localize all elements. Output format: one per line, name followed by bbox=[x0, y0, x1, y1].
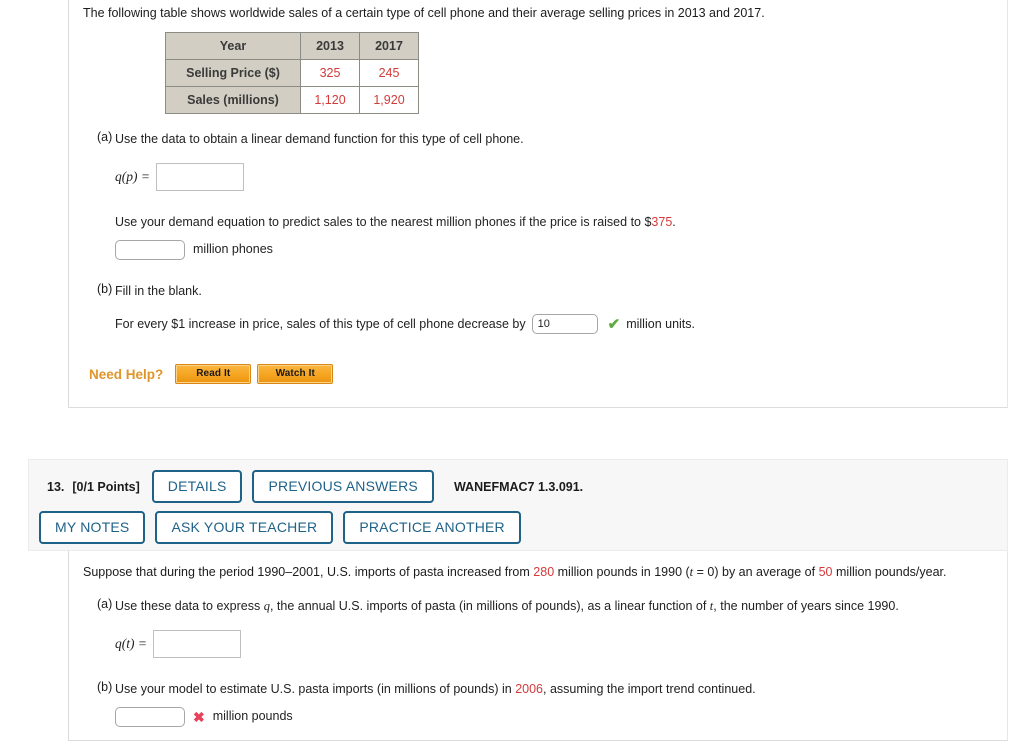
question-12-part-a: (a) Use the data to obtain a linear dema… bbox=[83, 130, 993, 260]
q13-part-a-answer-row: q(t) = bbox=[115, 629, 993, 658]
q13-prompt-num2: 50 bbox=[818, 565, 833, 579]
q13-prompt-num1: 280 bbox=[533, 565, 555, 579]
table-row: Sales (millions) 1,120 1,920 bbox=[165, 86, 419, 115]
q13-prompt-part4: million pounds/year. bbox=[836, 565, 947, 579]
question-13-prompt: Suppose that during the period 1990–2001… bbox=[83, 563, 993, 581]
part-a-function-label: q(p) = bbox=[115, 168, 150, 184]
read-it-button[interactable]: Read It bbox=[175, 364, 252, 385]
q13-a-text-post: , the number of years since 1990. bbox=[713, 599, 899, 614]
q13-part-a-answer-input[interactable] bbox=[153, 629, 241, 658]
part-b-fill-pre-text: For every $1 increase in price, sales of… bbox=[115, 317, 526, 331]
q13-part-a-function-label: q(t) = bbox=[115, 635, 147, 651]
practice-another-button[interactable]: PRACTICE ANOTHER bbox=[343, 511, 521, 544]
table-header-2013: 2013 bbox=[300, 32, 360, 61]
question-13-points: [0/1 Points] bbox=[72, 479, 140, 494]
cell-selling-price-2017: 245 bbox=[359, 59, 419, 88]
part-b-text: Fill in the blank. bbox=[115, 283, 202, 298]
followup-post-text: . bbox=[672, 214, 676, 229]
part-a-followup-input[interactable] bbox=[115, 239, 185, 260]
followup-pre-text: Use your demand equation to predict sale… bbox=[115, 214, 652, 229]
correct-check-icon: ✔ bbox=[607, 315, 621, 333]
table-row: Selling Price ($) 325 245 bbox=[165, 59, 419, 88]
part-a-followup-text: Use your demand equation to predict sale… bbox=[115, 213, 993, 232]
fn-q-p-label: q bbox=[115, 168, 122, 184]
question-13-body-panel: Suppose that during the period 1990–2001… bbox=[68, 551, 1008, 741]
followup-price-value: 375 bbox=[651, 214, 673, 229]
q13-a-text-mid: , the annual U.S. imports of pasta (in m… bbox=[269, 599, 707, 614]
question-12-prompt: The following table shows worldwide sale… bbox=[83, 6, 765, 20]
ask-your-teacher-button[interactable]: ASK YOUR TEACHER bbox=[155, 511, 334, 544]
incorrect-x-icon: ✖ bbox=[193, 708, 205, 725]
row-label-selling-price: Selling Price ($) bbox=[165, 59, 301, 88]
part-b-letter: (b) bbox=[97, 281, 113, 296]
part-b-fill-row: For every $1 increase in price, sales of… bbox=[115, 314, 993, 335]
question-13-header-row-2: MY NOTES ASK YOUR TEACHER PRACTICE ANOTH… bbox=[39, 511, 997, 544]
table-header-2017: 2017 bbox=[359, 32, 419, 61]
part-b-fill-input[interactable] bbox=[531, 314, 598, 335]
q13-prompt-part3: = 0) by an average of bbox=[693, 565, 816, 579]
question-13-part-a: (a) Use these data to express q, the ann… bbox=[83, 597, 993, 658]
q13-part-b-input[interactable] bbox=[115, 706, 185, 727]
question-13-code: WANEFMAC7 1.3.091. bbox=[453, 479, 584, 494]
q13-part-a-text: Use these data to express q, the annual … bbox=[115, 597, 993, 616]
table-header-row: Year 2013 2017 bbox=[165, 32, 419, 61]
my-notes-button[interactable]: MY NOTES bbox=[39, 511, 146, 544]
question-12-part-b: (b) Fill in the blank. For every $1 incr… bbox=[83, 282, 993, 335]
part-a-answer-row: q(p) = bbox=[115, 162, 993, 191]
part-a-followup-unit: million phones bbox=[193, 242, 273, 257]
part-a-followup-answer-row: million phones bbox=[115, 239, 993, 260]
q13-b-text-post: , assuming the import trend continued. bbox=[543, 681, 756, 696]
question-13-part-b: (b) Use your model to estimate U.S. past… bbox=[83, 680, 993, 727]
question-13-header-row-1: 13. [0/1 Points] DETAILS PREVIOUS ANSWER… bbox=[39, 470, 997, 503]
q13-part-b-text: Use your model to estimate U.S. pasta im… bbox=[115, 680, 993, 699]
question-13-number: 13. bbox=[47, 479, 65, 494]
fn-var-p: p bbox=[126, 168, 133, 184]
part-a-letter: (a) bbox=[97, 130, 113, 145]
details-button[interactable]: DETAILS bbox=[151, 470, 243, 503]
q13-part-a-letter: (a) bbox=[97, 597, 113, 612]
table-header-year: Year bbox=[165, 32, 301, 61]
question-12-body-panel: The following table shows worldwide sale… bbox=[68, 0, 1008, 408]
part-a-answer-input[interactable] bbox=[155, 162, 244, 191]
q13-b-year-highlight: 2006 bbox=[515, 681, 543, 696]
q13-prompt-part1: Suppose that during the period 1990–2001… bbox=[83, 565, 530, 579]
cell-sales-2013: 1,120 bbox=[300, 86, 360, 115]
need-help-row: Need Help? Read It Watch It bbox=[89, 364, 993, 385]
previous-answers-button[interactable]: PREVIOUS ANSWERS bbox=[252, 470, 434, 503]
part-a-text: Use the data to obtain a linear demand f… bbox=[115, 132, 524, 147]
row-label-sales: Sales (millions) bbox=[165, 86, 301, 115]
need-help-label: Need Help? bbox=[89, 366, 164, 382]
sales-data-table: Year 2013 2017 Selling Price ($) 325 245… bbox=[165, 32, 419, 115]
q13-b-text-pre: Use your model to estimate U.S. pasta im… bbox=[115, 681, 512, 696]
q13-part-b-letter: (b) bbox=[97, 679, 113, 694]
fn-var-t: t bbox=[126, 635, 131, 651]
cell-sales-2017: 1,920 bbox=[359, 86, 419, 115]
q13-part-b-answer-row: ✖ million pounds bbox=[115, 706, 993, 727]
q13-a-text-pre: Use these data to express bbox=[115, 599, 261, 614]
watch-it-button[interactable]: Watch It bbox=[257, 364, 334, 385]
cell-selling-price-2013: 325 bbox=[300, 59, 360, 88]
q13-prompt-part2: million pounds in 1990 ( bbox=[557, 565, 690, 579]
fn-q-t-label: q bbox=[115, 635, 122, 651]
part-b-fill-post-text: million units. bbox=[626, 317, 695, 331]
question-13-header: 13. [0/1 Points] DETAILS PREVIOUS ANSWER… bbox=[28, 459, 1008, 551]
q13-part-b-unit: million pounds bbox=[212, 709, 293, 724]
